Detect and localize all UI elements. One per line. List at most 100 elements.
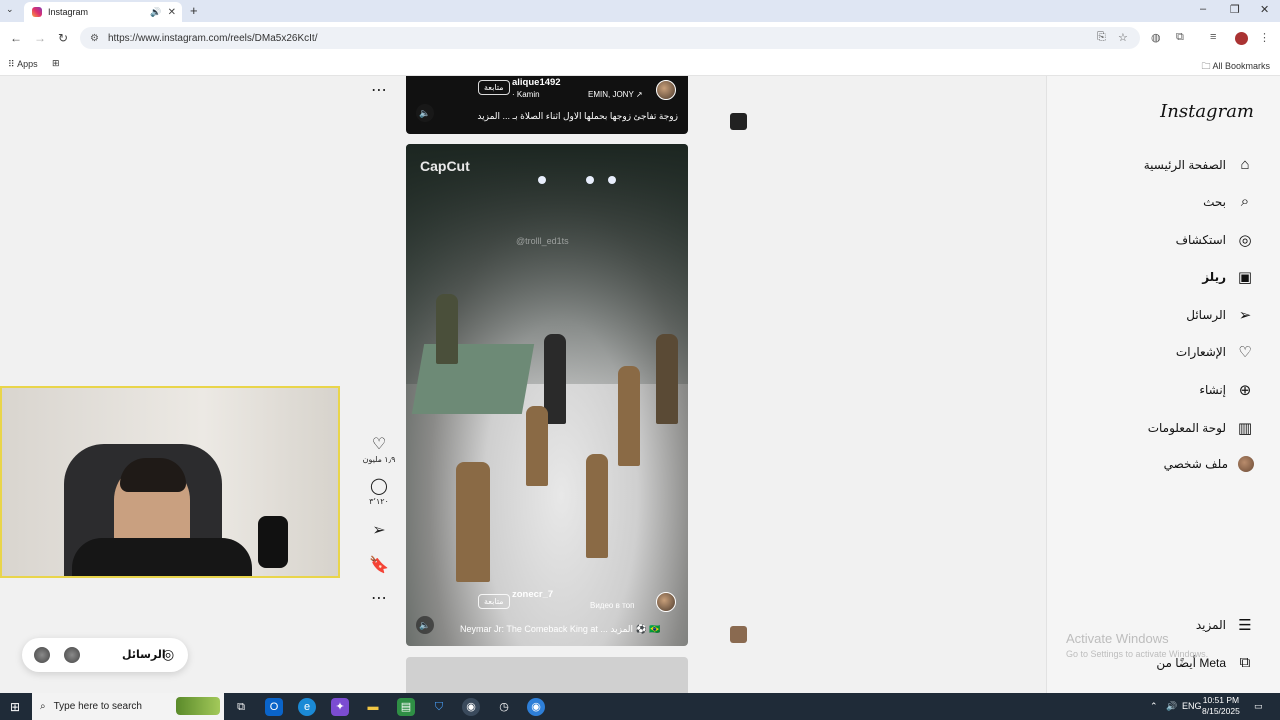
like-button[interactable]: ♡ ١٫٩ مليون (360, 434, 398, 464)
mute-icon[interactable]: 🔈 (416, 616, 434, 634)
sidebar-item-explore[interactable]: استكشاف ◎ (1176, 231, 1254, 249)
instagram-logo[interactable]: Instagram (1160, 101, 1254, 122)
all-bookmarks[interactable]: 🗀 All Bookmarks (1201, 59, 1270, 75)
search-icon: ⌕ (1240, 193, 1250, 210)
volume-icon[interactable]: 🔊 (1166, 701, 1177, 712)
meta-apps-icon: ⧉ (1239, 654, 1251, 671)
reel-current[interactable]: CapCut @trolll_ed1ts متابعة zonecr_7 Вид… (406, 144, 688, 646)
clock-time: 10:51 PM (1202, 695, 1240, 705)
browser-icon[interactable]: ◉ (527, 698, 545, 716)
tab-search-icon[interactable]: ⌄ (6, 4, 14, 15)
taskbar-clock[interactable]: 10:51 PM 8/15/2025 (1202, 695, 1240, 717)
follow-button[interactable]: متابعة (478, 80, 510, 95)
minimize-icon[interactable]: – (1200, 3, 1206, 15)
reel-author-avatar[interactable] (656, 80, 676, 100)
video-mat (411, 344, 535, 414)
save-button[interactable]: 🔖 (360, 555, 398, 575)
file-explorer-icon[interactable]: ▬ (364, 698, 382, 716)
reload-icon[interactable]: ↻ (58, 31, 68, 45)
reel-previous[interactable]: متابعة alique1492 · Kamin EMIN, JONY ↗ 🔈… (406, 76, 688, 134)
speaker-icon[interactable]: 🔊 (150, 7, 161, 18)
restore-icon[interactable]: ❐ (1230, 3, 1240, 16)
reel-username[interactable]: alique1492 (512, 77, 561, 88)
sidebar-item-dashboard[interactable]: لوحة المعلومات ▥ (1148, 419, 1254, 437)
activate-subtitle: Go to Settings to activate Windows. (1066, 649, 1209, 659)
new-tab-button[interactable]: + (190, 3, 198, 18)
heart-icon: ♡ (1238, 344, 1252, 361)
sidebar-item-search[interactable]: بحث ⌕ (1203, 193, 1254, 210)
tray-chevron-icon[interactable]: ⌃ (1150, 701, 1158, 712)
comment-icon: ◯ (370, 478, 388, 495)
language-indicator[interactable]: ENG (1182, 701, 1202, 711)
follow-button[interactable]: متابعة (478, 594, 510, 609)
home-icon: ⌂ (1240, 156, 1250, 173)
outlook-icon[interactable]: O (265, 698, 283, 716)
heart-icon: ♡ (371, 436, 387, 453)
translate-icon[interactable]: ◍ (1151, 31, 1161, 44)
notifications-icon[interactable]: ▭ (1254, 701, 1263, 712)
copilot-icon[interactable]: ✦ (331, 698, 349, 716)
defender-icon[interactable]: ⛉ (430, 698, 448, 716)
reel-audio[interactable]: Видео в топ (590, 601, 634, 610)
windows-taskbar: ⊞ ⌕ Type here to search ⧉ O e ✦ ▬ ▤ ⛉ ◉ … (0, 693, 1280, 720)
site-info-icon[interactable]: ⚙ (90, 33, 99, 44)
task-view-icon[interactable]: ⧉ (232, 698, 250, 716)
media-controls-icon[interactable]: ≡ (1210, 31, 1216, 43)
sidebar-item-messages[interactable]: الرسائل ➢ (1186, 306, 1254, 324)
tab-title: Instagram (48, 7, 89, 17)
stage-light (608, 176, 616, 184)
comment-count: ٣٬١٢٠ (369, 497, 389, 506)
reel-caption[interactable]: Neymar Jr: The Comeback King at ... المز… (460, 624, 660, 635)
more-options-icon[interactable]: ⋯ (360, 588, 398, 608)
sidebar-item-home[interactable]: الصفحة الرئيسية ⌂ (1144, 156, 1254, 173)
bookmark-icon: 🔖 (369, 557, 389, 574)
back-icon[interactable]: ← (10, 31, 22, 45)
tab-groups-icon[interactable]: ⊞ (52, 58, 60, 69)
taskbar-search[interactable]: ⌕ Type here to search (32, 693, 224, 720)
audio-thumbnail[interactable] (730, 113, 747, 130)
reel-username[interactable]: zonecr_7 (512, 589, 553, 600)
share-button[interactable]: ➢ (360, 520, 398, 540)
edge-icon[interactable]: e (298, 698, 316, 716)
sidebar-item-reels[interactable]: ريلز ▣ (1202, 268, 1254, 286)
menu-icon[interactable]: ⋮ (1259, 31, 1270, 44)
comment-button[interactable]: ◯ ٣٬١٢٠ (360, 476, 398, 506)
reel-author-avatar[interactable] (656, 592, 676, 612)
reel-next[interactable] (406, 657, 688, 693)
search-placeholder: Type here to search (53, 701, 142, 712)
apps-shortcut[interactable]: ⠿ Apps (8, 59, 38, 70)
webcam-overlay (0, 386, 340, 578)
more-options-top-icon[interactable]: ⋯ (360, 80, 398, 100)
mute-icon[interactable]: 🔈 (416, 104, 434, 122)
reel-caption[interactable]: زوجة تفاجئ زوجها بحملها الاول اثناء الصل… (477, 111, 678, 122)
audio-thumbnail[interactable] (730, 626, 747, 643)
windows-start-icon[interactable]: ⊞ (10, 700, 20, 714)
bookmark-star-icon[interactable]: ☆ (1118, 31, 1128, 44)
reel-audio[interactable]: EMIN, JONY ↗ (588, 90, 643, 99)
tab-strip: ⌄ Instagram 🔊 ✕ + – ❐ ✕ (0, 0, 1280, 22)
messages-pill[interactable]: الرسائل ◎ (22, 638, 188, 672)
forward-icon[interactable]: → (34, 31, 46, 45)
url-text: https://www.instagram.com/reels/DMa5x26K… (107, 32, 318, 44)
chrome-icon[interactable]: ◉ (462, 698, 480, 716)
capture-icon[interactable]: ◷ (495, 698, 513, 716)
sidebar-item-notifications[interactable]: الإشعارات ♡ (1176, 343, 1254, 361)
tab-instagram[interactable]: Instagram 🔊 ✕ (24, 2, 182, 22)
address-bar[interactable]: ⚙ https://www.instagram.com/reels/DMa5x2… (80, 27, 1140, 49)
reels-icon: ▣ (1237, 269, 1253, 286)
sidebar-item-label: لوحة المعلومات (1147, 421, 1226, 435)
close-window-icon[interactable]: ✕ (1260, 3, 1269, 16)
avatar (34, 647, 50, 663)
sidebar-item-create[interactable]: إنشاء ⊕ (1199, 381, 1254, 399)
install-app-icon[interactable]: ⎘ (1097, 31, 1106, 44)
dashboard-icon: ▥ (1237, 420, 1253, 437)
microphone (258, 516, 288, 568)
profile-avatar-browser[interactable] (1235, 32, 1248, 45)
store-icon[interactable]: ▤ (397, 698, 415, 716)
sidebar-item-label: الرسائل (1186, 308, 1226, 322)
like-count: ١٫٩ مليون (362, 455, 396, 464)
extensions-icon[interactable]: ⧉ (1176, 31, 1184, 44)
messages-icon: ➢ (1238, 307, 1252, 324)
sidebar-item-profile[interactable]: ملف شخصي (1164, 456, 1254, 472)
close-tab-icon[interactable]: ✕ (168, 7, 176, 18)
